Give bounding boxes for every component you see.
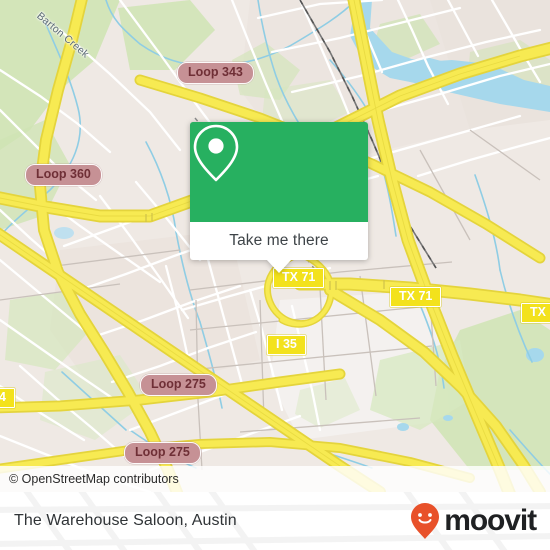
popup-header bbox=[190, 122, 368, 222]
location-popup[interactable]: Take me there bbox=[190, 122, 368, 273]
map-canvas[interactable]: Barton Creek Loop 343 Loop 360 Loop 275 … bbox=[0, 0, 550, 492]
moovit-smiley-pin-icon bbox=[411, 503, 440, 539]
road-shield-tx71-edge[interactable]: TX 71 bbox=[521, 303, 550, 323]
popup-pointer-tail bbox=[266, 259, 292, 273]
place-title: The Warehouse Saloon, Austin bbox=[14, 512, 237, 529]
road-shield-loop-275-lower[interactable]: Loop 275 bbox=[124, 442, 201, 464]
road-shield-i35[interactable]: I 35 bbox=[267, 335, 306, 355]
moovit-logo[interactable]: moovit bbox=[410, 502, 537, 540]
map-attribution[interactable]: © OpenStreetMap contributors bbox=[0, 466, 550, 492]
moovit-wordmark: moovit bbox=[444, 504, 537, 537]
road-shield-left-edge[interactable]: 4 bbox=[0, 388, 15, 408]
location-pin-icon bbox=[193, 124, 239, 182]
take-me-there-button[interactable]: Take me there bbox=[190, 222, 368, 260]
road-shield-tx71-right[interactable]: TX 71 bbox=[390, 287, 442, 307]
road-shield-loop-275-upper[interactable]: Loop 275 bbox=[140, 374, 217, 396]
take-me-there-label: Take me there bbox=[229, 232, 329, 249]
attribution-text: © OpenStreetMap contributors bbox=[9, 472, 179, 486]
road-shield-loop-360[interactable]: Loop 360 bbox=[25, 164, 102, 186]
moovit-map-screen: Barton Creek Loop 343 Loop 360 Loop 275 … bbox=[0, 0, 550, 550]
footer-bar: The Warehouse Saloon, Austin moovit bbox=[0, 492, 550, 550]
road-shield-loop-343[interactable]: Loop 343 bbox=[177, 62, 254, 84]
